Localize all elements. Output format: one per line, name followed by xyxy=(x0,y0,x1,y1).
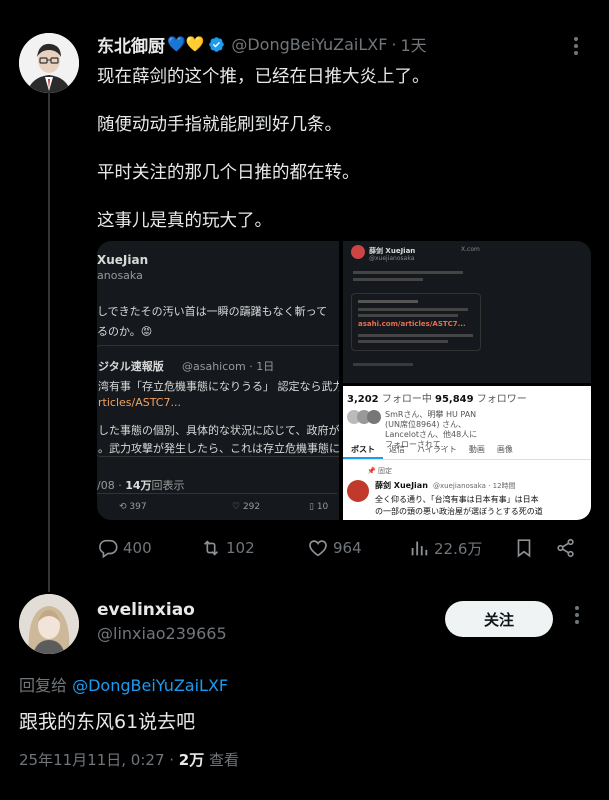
author-avatar[interactable] xyxy=(19,33,79,93)
replying-to-label: 回复给 xyxy=(19,676,73,695)
embedded-views: /08 · 14万回表示 xyxy=(97,479,185,492)
like-button[interactable]: 964 xyxy=(307,537,362,559)
verified-icon xyxy=(209,36,225,52)
bookmark-icon xyxy=(517,539,531,558)
bookmark-button[interactable] xyxy=(513,537,535,559)
embedded-text: るのか。😡 xyxy=(97,325,153,338)
tweet-line: 这事儿是真的玩大了。 xyxy=(97,211,272,231)
views-icon xyxy=(411,541,428,556)
replying-to: 回复给 @DongBeiYuZaiLXF xyxy=(19,672,228,696)
screenshot-image-right[interactable]: 薛剑 XueJian @xuejianosaka X.com asahi.com… xyxy=(343,241,591,520)
quoted-text: 湾有事「存立危機事態になりうる」 認定なら武力 xyxy=(98,380,339,393)
embedded-avatar xyxy=(347,480,369,502)
follow-button[interactable]: 关注 xyxy=(445,601,553,637)
tweet-line: 平时关注的那几个日推的都在转。 xyxy=(97,163,360,183)
replying-to-mention[interactable]: @DongBeiYuZaiLXF xyxy=(72,676,228,695)
quoted-text: 。武力攻撃が発生したら、これは存立危機事態に xyxy=(98,442,339,455)
embedded-avatar xyxy=(351,245,365,259)
more-icon[interactable] xyxy=(574,37,580,55)
reply-count: 400 xyxy=(123,539,152,557)
share-button[interactable] xyxy=(555,537,577,559)
retweet-icon xyxy=(203,540,219,556)
quoted-handle: @asahicom · 1日 xyxy=(182,360,275,373)
quoted-link: rticles/ASTC7... xyxy=(98,396,181,409)
profile-tabs: ポスト 返信 ハイライト 動画 画像 xyxy=(343,440,591,460)
embedded-likes: ♡ 292 xyxy=(232,502,261,512)
screenshot-image-left[interactable]: XueJian anosaka しできたその汚い首は一瞬の躊躇もなく斬って るの… xyxy=(97,241,339,520)
embedded-quote: ジタル速報版 @asahicom · 1日 湾有事「存立危機事態になりうる」 認… xyxy=(97,345,339,457)
author-handle[interactable]: @DongBeiYuZaiLXF xyxy=(231,35,387,54)
embedded-bookmarks: ▯ 10 xyxy=(309,502,329,512)
reply-meta: 25年11月11日, 0:27 · 2万 查看 xyxy=(19,749,239,770)
separator-dot: · xyxy=(391,34,397,54)
reply-author-name[interactable]: evelinxiao xyxy=(97,600,227,620)
views-button[interactable]: 22.6万 xyxy=(408,537,482,559)
embedded-text: しできたその汚い首は一瞬の躊躇もなく斬って xyxy=(97,305,328,318)
views-count: 22.6万 xyxy=(434,539,483,558)
reply-author-handle[interactable]: @linxiao239665 xyxy=(97,624,227,643)
embedded-name: 薛剑 XueJian xyxy=(375,481,428,490)
embedded-text: の一部の頭の悪い政治屋が選ぼうとする死の道 xyxy=(375,507,543,516)
tweet-line: 随便动动手指就能刷到好几条。 xyxy=(97,115,342,135)
embedded-name: XueJian xyxy=(97,253,149,267)
embedded-handle: anosaka xyxy=(97,269,143,282)
quoted-name: ジタル速報版 xyxy=(98,360,164,373)
tweet-time[interactable]: 1天 xyxy=(401,32,427,56)
thread-line xyxy=(48,92,50,592)
author-name[interactable]: 东北御厨 xyxy=(97,32,165,57)
screenshot-bottom: 3,202 フォロー中 95,849 フォロワー SmRさん、明攀 HU PAN… xyxy=(343,386,591,520)
like-count: 964 xyxy=(333,539,362,557)
pinned-label: 📌 固定 xyxy=(367,467,392,475)
screenshot-top: 薛剑 XueJian @xuejianosaka X.com asahi.com… xyxy=(343,241,591,383)
heart-emoji: 💙💛 xyxy=(167,35,205,53)
reply-icon xyxy=(99,539,118,559)
retweet-count: 102 xyxy=(226,539,255,557)
embedded-handle: @xuejianosaka xyxy=(369,255,415,262)
reply-date[interactable]: 25年11月11日, 0:27 · xyxy=(19,751,179,769)
more-icon[interactable] xyxy=(575,606,581,624)
embedded-link: asahi.com/articles/ASTC7... xyxy=(358,320,466,328)
embedded-text: 全く仰る通り、「台湾有事は日本有事」は日本 xyxy=(375,495,539,504)
quoted-text: した事態の個別、具体的な状況に応じて、政府が xyxy=(98,424,339,437)
tweet-header: 东北御厨 💙💛 @DongBeiYuZaiLXF · 1天 xyxy=(97,32,569,57)
retweet-button[interactable]: 102 xyxy=(200,537,255,559)
reply-views-label: 查看 xyxy=(204,751,240,769)
like-icon xyxy=(309,540,327,557)
embedded-handle: @xuejianosaka · 12時間 xyxy=(433,482,516,490)
reply-author-avatar[interactable] xyxy=(19,594,79,654)
reply-views-count: 2万 xyxy=(178,751,205,769)
tweet-actions: 400 102 964 22.6万 xyxy=(97,534,587,562)
embedded-domain: X.com xyxy=(461,246,480,253)
share-icon xyxy=(557,538,574,558)
reply-button[interactable]: 400 xyxy=(97,537,152,559)
reply-header: evelinxiao @linxiao239665 xyxy=(97,600,227,643)
follow-stats: 3,202 フォロー中 95,849 フォロワー xyxy=(347,394,527,405)
reply-text: 跟我的东风61说去吧 xyxy=(19,711,196,733)
tweet-media[interactable]: XueJian anosaka しできたその汚い首は一瞬の躊躇もなく斬って るの… xyxy=(97,241,591,520)
tweet-line: 现在薛剑的这个推，已经在日推大炎上了。 xyxy=(97,67,430,87)
embedded-retweets: ⟲ 397 xyxy=(119,502,147,512)
tweet-body: 现在薛剑的这个推，已经在日推大炎上了。 随便动动手指就能刷到好几条。 平时关注的… xyxy=(97,64,577,256)
